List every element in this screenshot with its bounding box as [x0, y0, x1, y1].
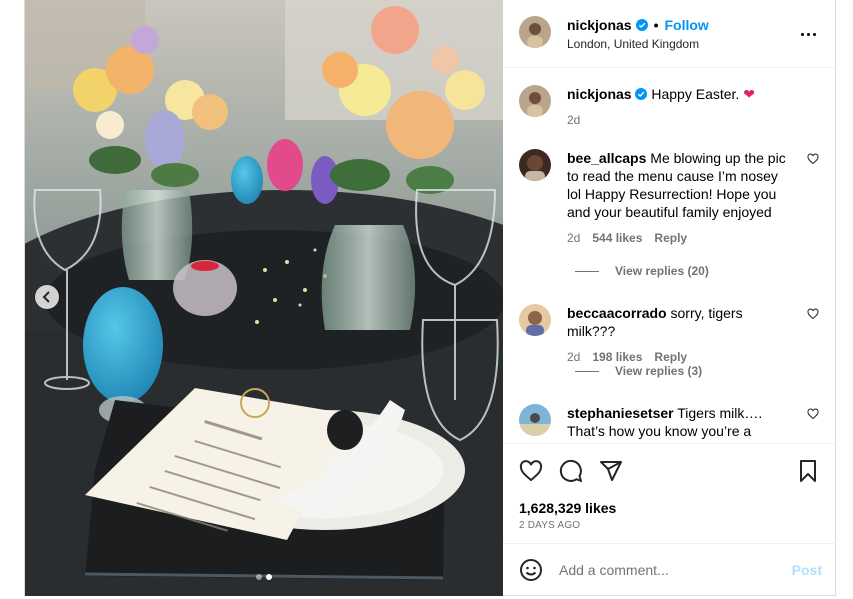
caption-text: Happy Easter. [651, 86, 740, 102]
heart-icon[interactable] [519, 459, 543, 483]
follow-button[interactable]: Follow [665, 17, 709, 33]
avatar[interactable] [519, 16, 551, 48]
emoji-icon[interactable] [519, 558, 543, 582]
avatar[interactable] [519, 404, 551, 436]
comment-likes[interactable]: 544 likes [592, 229, 642, 247]
comment-item: bee_allcaps Me blowing up the pic to rea… [519, 149, 819, 247]
caption: nickjonas Happy Easter. ❤ 2d [519, 85, 819, 129]
add-comment-bar: Post [503, 543, 836, 596]
heart-icon[interactable] [807, 153, 819, 165]
author-username[interactable]: nickjonas [567, 17, 632, 33]
more-icon [800, 32, 804, 36]
post-actions: 1,628,329 likes 2 DAYS AGO [503, 443, 836, 543]
heart-icon[interactable] [807, 308, 819, 320]
verified-icon [635, 19, 648, 31]
view-replies-button[interactable]: View replies (3) [575, 364, 702, 378]
view-replies-button[interactable]: View replies (20) [575, 264, 709, 278]
post-timestamp[interactable]: 2 DAYS AGO [519, 520, 580, 531]
caption-username[interactable]: nickjonas [567, 86, 632, 102]
comment-input[interactable] [559, 560, 779, 580]
chevron-left-icon [42, 291, 50, 303]
verified-icon [635, 88, 648, 100]
bookmark-icon[interactable] [796, 459, 820, 483]
comment-username[interactable]: stephaniesetser [567, 405, 674, 421]
share-icon[interactable] [599, 459, 623, 483]
likes-count[interactable]: 1,628,329 likes [519, 500, 616, 516]
heart-emoji: ❤ [743, 86, 755, 102]
separator-dot: • [653, 17, 659, 33]
more-options-button[interactable] [798, 24, 818, 44]
carousel-dot [256, 574, 262, 580]
comment-icon[interactable] [559, 459, 583, 483]
post-location[interactable]: London, United Kingdom [567, 37, 699, 51]
avatar[interactable] [519, 149, 551, 181]
easter-table-photo [25, 0, 503, 596]
carousel-prev-button[interactable] [35, 285, 59, 309]
carousel-indicator [25, 574, 503, 580]
avatar[interactable] [519, 304, 551, 336]
comment-item: beccaacorrado sorry, tigers milk??? 2d 1… [519, 304, 819, 366]
comment-item: stephaniesetser Tigers milk…. That’s how… [519, 404, 819, 443]
carousel-dot-active [266, 574, 272, 580]
post-sidebar: nickjonas • Follow London, United Kingdo… [503, 0, 836, 596]
comments-list[interactable]: nickjonas Happy Easter. ❤ 2d bee_allcaps… [503, 69, 836, 443]
heart-icon[interactable] [807, 408, 819, 420]
avatar[interactable] [519, 85, 551, 117]
comment-time: 2d [567, 231, 581, 245]
reply-button[interactable]: Reply [654, 229, 687, 247]
comment-username[interactable]: beccaacorrado [567, 305, 667, 321]
post-comment-button[interactable]: Post [792, 562, 822, 578]
post-modal: nickjonas • Follow London, United Kingdo… [24, 0, 836, 596]
post-image[interactable] [25, 0, 503, 596]
post-header: nickjonas • Follow London, United Kingdo… [503, 0, 836, 68]
comment-username[interactable]: bee_allcaps [567, 150, 646, 166]
post-author: nickjonas • Follow [567, 17, 709, 33]
caption-time: 2d [567, 113, 581, 127]
